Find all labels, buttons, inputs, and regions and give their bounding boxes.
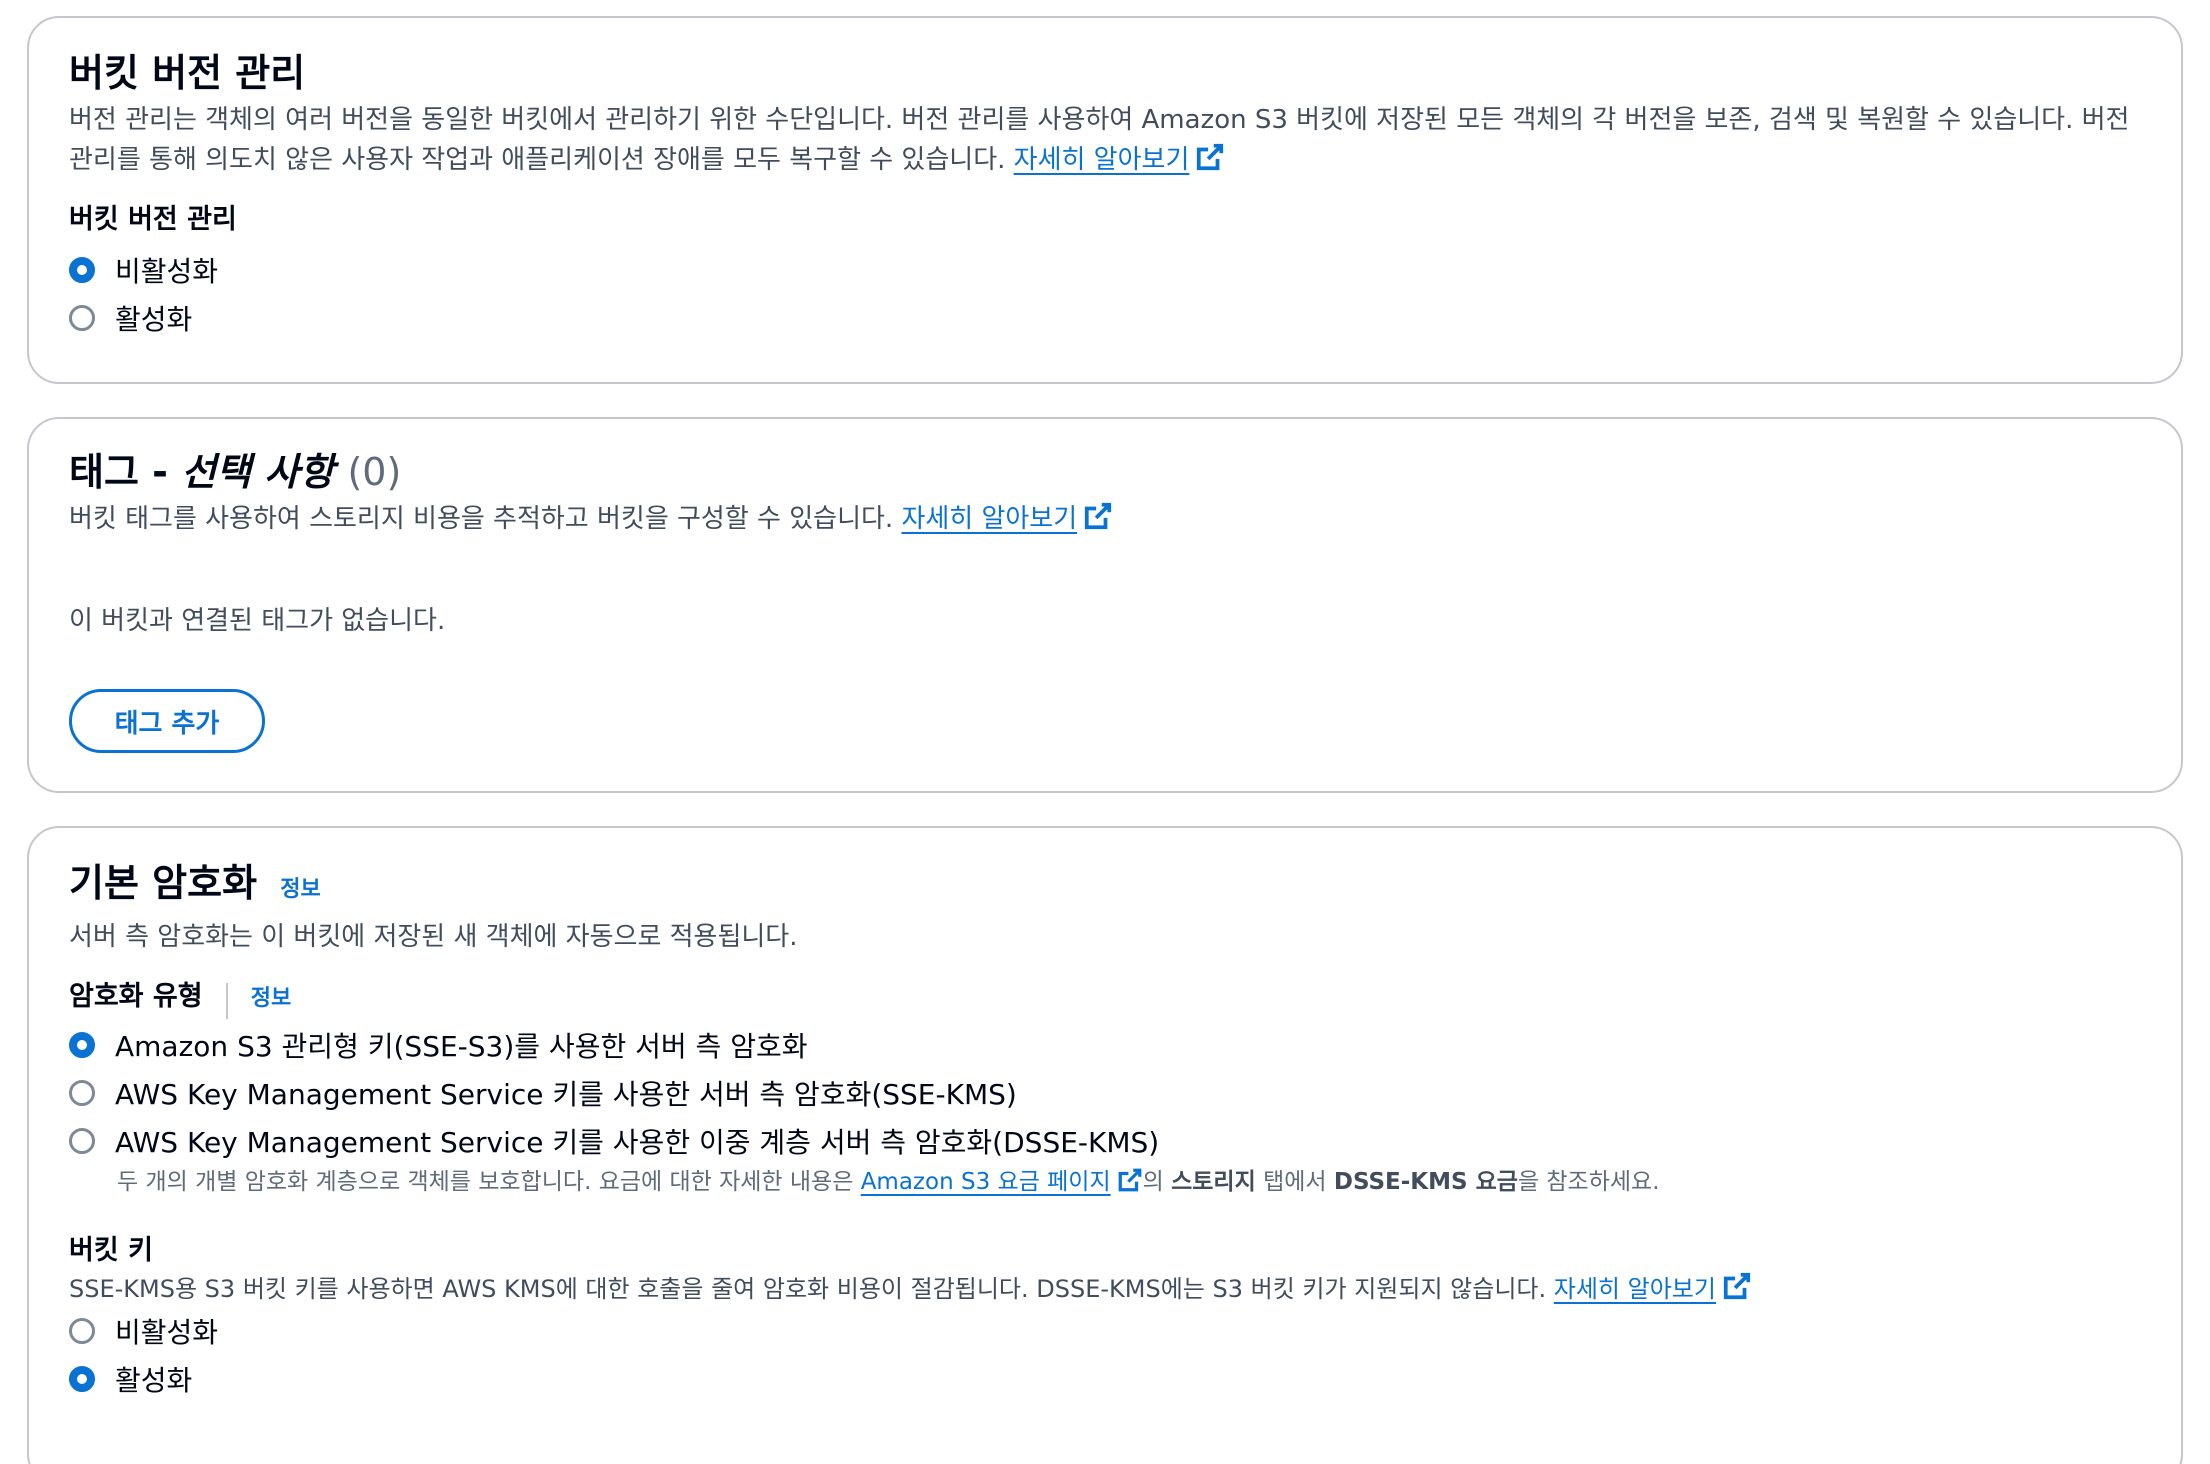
encryption-option-dsse-kms[interactable]: AWS Key Management Service 키를 사용한 이중 계층 …	[69, 1117, 2141, 1165]
encryption-card: 기본 암호화 정보 서버 측 암호화는 이 버킷에 저장된 새 객체에 자동으로…	[27, 826, 2183, 1464]
encryption-type-label-row: 암호화 유형 정보	[69, 977, 2141, 1019]
radio-unchecked-icon[interactable]	[69, 1079, 95, 1106]
external-link-icon	[1723, 1272, 1751, 1299]
versioning-learn-more-link[interactable]: 자세히 알아보기	[1014, 143, 1226, 175]
bucket-key-option-enable[interactable]: 활성화	[69, 1355, 2141, 1403]
bucket-key-option-disable[interactable]: 비활성화	[69, 1307, 2141, 1355]
encryption-description: 서버 측 암호화는 이 버킷에 저장된 새 객체에 자동으로 적용됩니다.	[69, 922, 798, 952]
encryption-title-row: 기본 암호화 정보	[69, 858, 2141, 915]
radio-checked-icon[interactable]	[69, 1365, 95, 1392]
tags-learn-more-link[interactable]: 자세히 알아보기	[901, 502, 1113, 534]
encryption-title: 기본 암호화	[69, 861, 258, 905]
radio-unchecked-icon[interactable]	[69, 305, 95, 331]
external-link-icon	[1118, 1168, 1141, 1191]
page: 버킷 버전 관리 버전 관리는 객체의 여러 버전을 동일한 버킷에서 관리하기…	[0, 0, 2210, 1464]
versioning-description-line2: 관리를 통해 의도치 않은 사용자 작업과 애플리케이션 장애를 모두 복구할 …	[69, 145, 1006, 175]
s3-pricing-link[interactable]: Amazon S3 요금 페이지	[861, 1168, 1143, 1195]
tags-count: (0)	[347, 450, 402, 494]
versioning-description-line1: 버전 관리는 객체의 여러 버전을 동일한 버킷에서 관리하기 위한 수단입니다…	[69, 105, 2130, 135]
tags-empty-message: 이 버킷과 연결된 태그가 없습니다.	[69, 606, 446, 636]
radio-checked-icon[interactable]	[69, 1031, 95, 1058]
dsse-kms-description: 두 개의 개별 암호화 계층으로 객체를 보호합니다. 요금에 대한 자세한 내…	[117, 1168, 1660, 1195]
radio-unchecked-icon[interactable]	[69, 1127, 95, 1154]
versioning-card: 버킷 버전 관리 버전 관리는 객체의 여러 버전을 동일한 버킷에서 관리하기…	[27, 16, 2183, 384]
versioning-title: 버킷 버전 관리	[69, 51, 306, 95]
encryption-type-info-link[interactable]: 정보	[251, 986, 291, 1011]
encryption-option-sse-kms[interactable]: AWS Key Management Service 키를 사용한 서버 측 암…	[69, 1069, 2141, 1117]
versioning-option-disable[interactable]: 비활성화	[69, 246, 2141, 294]
bucket-key-learn-more-link[interactable]: 자세히 알아보기	[1554, 1272, 1752, 1303]
add-tag-button[interactable]: 태그 추가	[69, 689, 265, 753]
external-link-icon	[1197, 143, 1224, 171]
tags-description: 버킷 태그를 사용하여 스토리지 비용을 추적하고 버킷을 구성할 수 있습니다…	[69, 499, 2141, 539]
encryption-option-sse-s3[interactable]: Amazon S3 관리형 키(SSE-S3)를 사용한 서버 측 암호화	[69, 1021, 2141, 1069]
encryption-info-link[interactable]: 정보	[280, 877, 320, 902]
encryption-type-radio-group: Amazon S3 관리형 키(SSE-S3)를 사용한 서버 측 암호화 AW…	[69, 1021, 2141, 1199]
tags-card: 태그 - 선택 사항 (0) 버킷 태그를 사용하여 스토리지 비용을 추적하고…	[27, 417, 2183, 793]
versioning-radio-group: 비활성화 활성화	[69, 246, 2141, 342]
external-link-icon	[1085, 502, 1112, 530]
bucket-key-radio-group: 비활성화 활성화	[69, 1307, 2141, 1403]
divider	[225, 982, 228, 1019]
radio-unchecked-icon[interactable]	[69, 1317, 95, 1344]
encryption-type-label: 암호화 유형	[69, 981, 203, 1012]
bucket-key-label: 버킷 키	[69, 1234, 153, 1266]
bucket-key-description: SSE-KMS용 S3 버킷 키를 사용하면 AWS KMS에 대한 호출을 줄…	[69, 1271, 2141, 1307]
radio-checked-icon[interactable]	[69, 257, 95, 283]
versioning-description: 버전 관리는 객체의 여러 버전을 동일한 버킷에서 관리하기 위한 수단입니다…	[69, 100, 2141, 180]
versioning-field-label: 버킷 버전 관리	[69, 204, 237, 235]
versioning-option-enable[interactable]: 활성화	[69, 294, 2141, 342]
tags-title: 태그 - 선택 사항 (0)	[69, 450, 402, 494]
